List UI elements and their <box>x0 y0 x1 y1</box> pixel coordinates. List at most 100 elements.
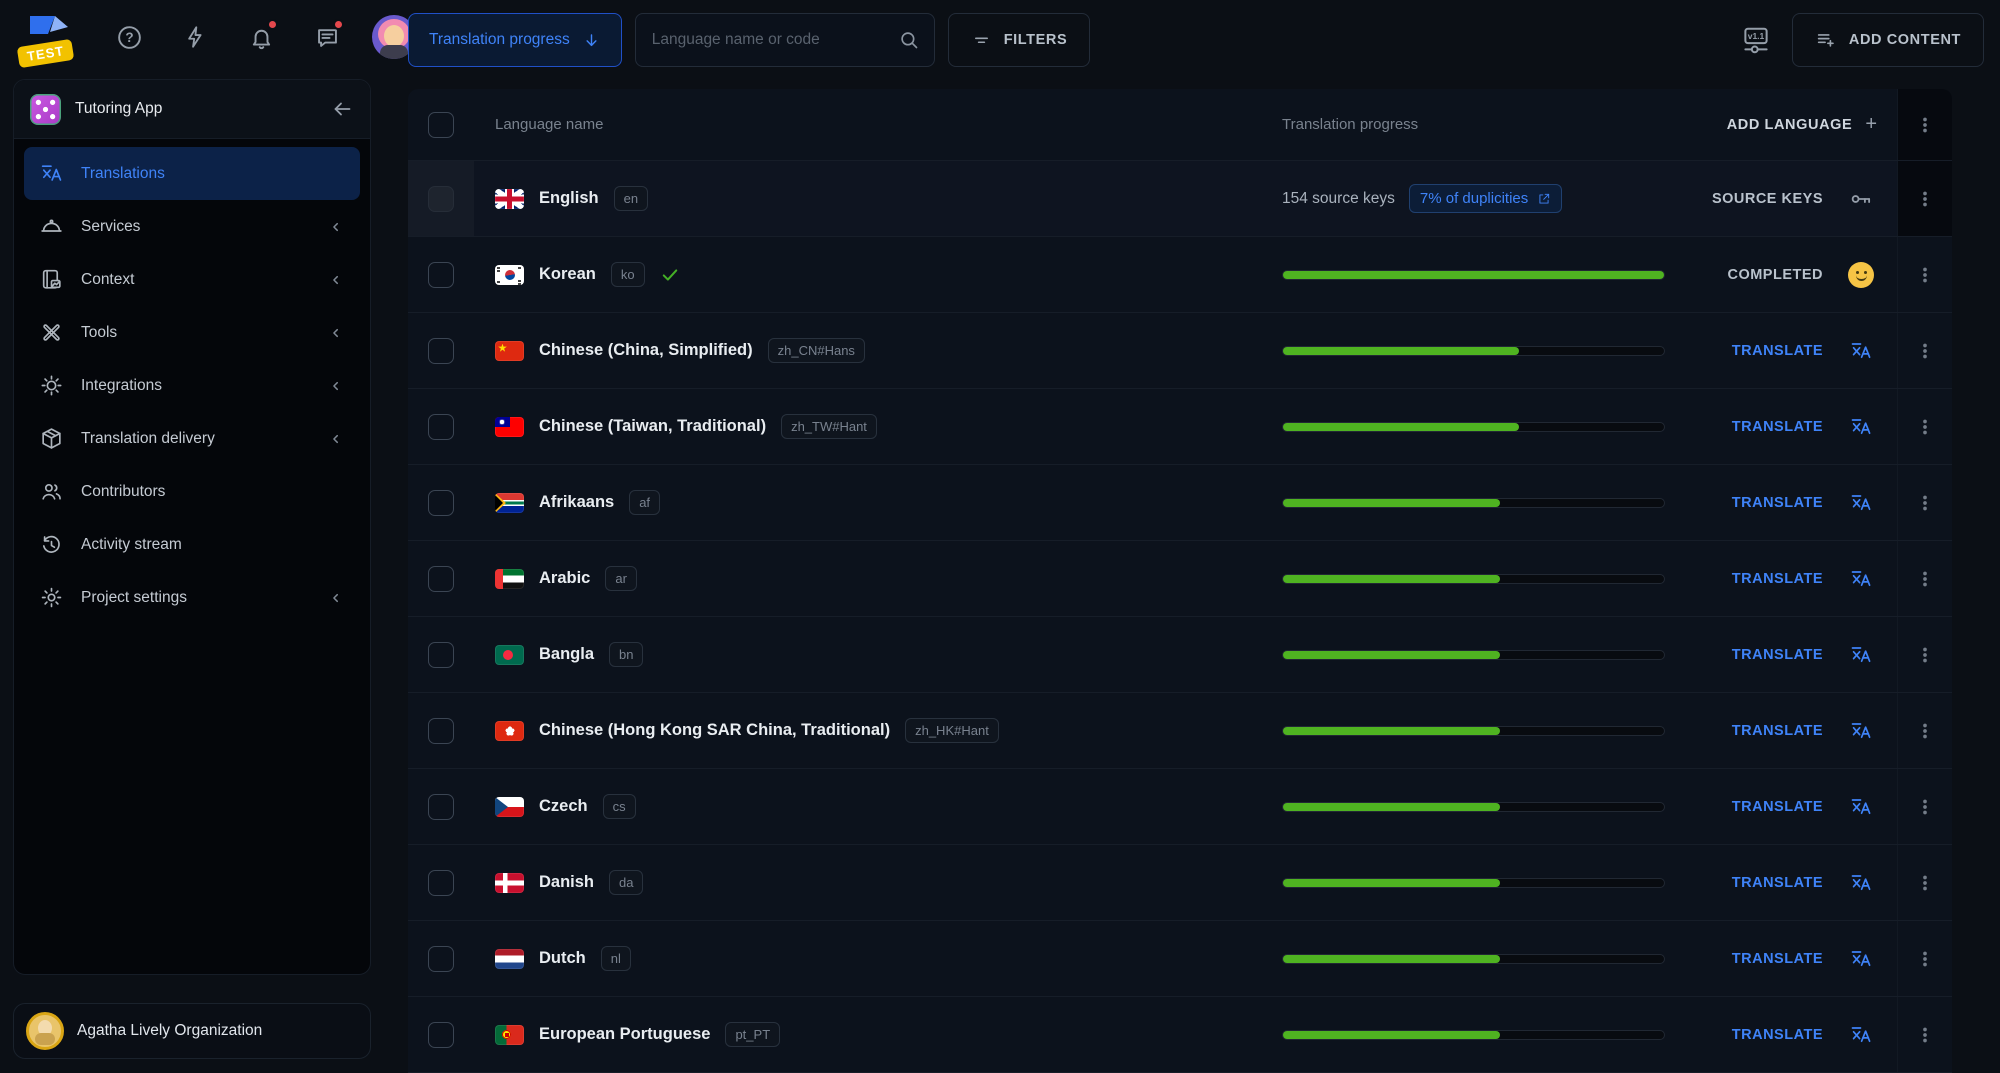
row-menu-button[interactable] <box>1897 541 1952 616</box>
action-icon-slot[interactable] <box>1847 567 1875 591</box>
org-switcher[interactable]: Agatha Lively Organization <box>13 1003 371 1059</box>
row-menu-button[interactable] <box>1897 237 1952 312</box>
row-checkbox[interactable] <box>428 262 454 288</box>
language-name: European Portuguese <box>539 1025 710 1044</box>
table-row[interactable]: Korean ko COMPLETED <box>408 237 1952 313</box>
sidebar-item-activity-stream[interactable]: Activity stream <box>24 518 360 571</box>
language-code-badge: zh_CN#Hans <box>768 338 865 363</box>
row-menu-button[interactable] <box>1897 465 1952 540</box>
progress-bar <box>1282 802 1665 812</box>
add-content-button[interactable]: ADD CONTENT <box>1792 13 1984 67</box>
action-label[interactable]: TRANSLATE <box>1732 343 1823 359</box>
chevron-left-icon <box>326 588 346 608</box>
sidebar-item-project-settings[interactable]: Project settings <box>24 571 360 624</box>
action-icon-slot[interactable] <box>1847 947 1875 971</box>
language-code-badge: ko <box>611 262 645 287</box>
action-label[interactable]: COMPLETED <box>1727 267 1823 283</box>
table-row[interactable]: English en 154 source keys 7% of duplici… <box>408 161 1952 237</box>
row-checkbox[interactable] <box>428 1022 454 1048</box>
translation-progress-dropdown[interactable]: Translation progress <box>408 13 622 67</box>
action-icon-slot[interactable] <box>1847 186 1875 212</box>
row-menu-button[interactable] <box>1897 161 1952 236</box>
table-row[interactable]: Chinese (Hong Kong SAR China, Traditiona… <box>408 693 1952 769</box>
row-menu-button[interactable] <box>1897 617 1952 692</box>
row-menu-button[interactable] <box>1897 389 1952 464</box>
language-flag <box>495 645 524 665</box>
action-label[interactable]: TRANSLATE <box>1732 495 1823 511</box>
language-flag <box>495 721 524 741</box>
row-checkbox[interactable] <box>428 718 454 744</box>
action-label[interactable]: TRANSLATE <box>1732 1027 1823 1043</box>
project-header[interactable]: Tutoring App <box>14 80 370 139</box>
row-menu-button[interactable] <box>1897 997 1952 1072</box>
table-row[interactable]: European Portuguese pt_PT TRANSLATE <box>408 997 1952 1073</box>
project-icon <box>30 94 61 125</box>
action-icon-slot[interactable] <box>1847 719 1875 743</box>
inbox-icon[interactable] <box>306 16 348 58</box>
action-label[interactable]: TRANSLATE <box>1732 875 1823 891</box>
table-row[interactable]: Chinese (Taiwan, Traditional) zh_TW#Hant… <box>408 389 1952 465</box>
row-checkbox[interactable] <box>428 414 454 440</box>
sidebar-item-translations[interactable]: Translations <box>24 147 360 200</box>
row-checkbox[interactable] <box>428 490 454 516</box>
filters-button[interactable]: FILTERS <box>948 13 1091 67</box>
row-menu-button[interactable] <box>1897 769 1952 844</box>
dropdown-label: Translation progress <box>429 31 570 49</box>
action-icon-slot[interactable] <box>1847 643 1875 667</box>
select-all-checkbox[interactable] <box>428 112 454 138</box>
language-flag <box>495 265 524 285</box>
action-label[interactable]: TRANSLATE <box>1732 419 1823 435</box>
help-icon[interactable]: ? <box>108 16 150 58</box>
table-row[interactable]: Bangla bn TRANSLATE <box>408 617 1952 693</box>
action-icon-slot[interactable] <box>1847 795 1875 819</box>
language-flag <box>495 493 524 513</box>
row-checkbox[interactable] <box>428 642 454 668</box>
action-icon-slot[interactable] <box>1847 339 1875 363</box>
action-label[interactable]: SOURCE KEYS <box>1712 191 1823 207</box>
row-checkbox[interactable] <box>428 566 454 592</box>
inbox-dot <box>333 19 344 30</box>
action-icon-slot[interactable] <box>1847 491 1875 515</box>
row-menu-button[interactable] <box>1897 845 1952 920</box>
sidebar-item-integrations[interactable]: Integrations <box>24 359 360 412</box>
action-label[interactable]: TRANSLATE <box>1732 571 1823 587</box>
notifications-icon[interactable] <box>240 16 282 58</box>
row-checkbox[interactable] <box>428 186 454 212</box>
sidebar-item-tools[interactable]: Tools <box>24 306 360 359</box>
add-language-button[interactable]: ADD LANGUAGE + <box>1677 113 1897 136</box>
row-menu-button[interactable] <box>1897 693 1952 768</box>
action-icon-slot[interactable] <box>1847 262 1875 288</box>
row-menu-button[interactable] <box>1897 921 1952 996</box>
language-code-badge: ar <box>605 566 637 591</box>
row-checkbox[interactable] <box>428 794 454 820</box>
action-label[interactable]: TRANSLATE <box>1732 723 1823 739</box>
action-icon-slot[interactable] <box>1847 871 1875 895</box>
action-label[interactable]: TRANSLATE <box>1732 647 1823 663</box>
table-row[interactable]: Danish da TRANSLATE <box>408 845 1952 921</box>
row-checkbox[interactable] <box>428 946 454 972</box>
duplicities-link[interactable]: 7% of duplicities <box>1409 184 1562 213</box>
action-label[interactable]: TRANSLATE <box>1732 951 1823 967</box>
action-icon-slot[interactable] <box>1847 415 1875 439</box>
table-row[interactable]: Dutch nl TRANSLATE <box>408 921 1952 997</box>
collapse-sidebar-button[interactable] <box>330 97 354 121</box>
sidebar-item-translation-delivery[interactable]: Translation delivery <box>24 412 360 465</box>
flash-icon[interactable] <box>174 16 216 58</box>
table-row[interactable]: Chinese (China, Simplified) zh_CN#Hans T… <box>408 313 1952 389</box>
table-row[interactable]: Czech cs TRANSLATE <box>408 769 1952 845</box>
sidebar-item-contributors[interactable]: Contributors <box>24 465 360 518</box>
table-row[interactable]: Arabic ar TRANSLATE <box>408 541 1952 617</box>
lokalise-logo[interactable]: TEST <box>22 8 84 66</box>
row-checkbox[interactable] <box>428 338 454 364</box>
preview-version-icon[interactable]: v1.1 <box>1733 17 1779 63</box>
header-menu-button[interactable] <box>1897 89 1952 160</box>
table-row[interactable]: Afrikaans af TRANSLATE <box>408 465 1952 541</box>
row-checkbox[interactable] <box>428 870 454 896</box>
language-search-input[interactable] <box>652 31 898 49</box>
action-icon-slot[interactable] <box>1847 1023 1875 1047</box>
sidebar-item-services[interactable]: Services <box>24 200 360 253</box>
action-label[interactable]: TRANSLATE <box>1732 799 1823 815</box>
more-icon <box>1914 340 1936 362</box>
sidebar-item-context[interactable]: Context <box>24 253 360 306</box>
row-menu-button[interactable] <box>1897 313 1952 388</box>
